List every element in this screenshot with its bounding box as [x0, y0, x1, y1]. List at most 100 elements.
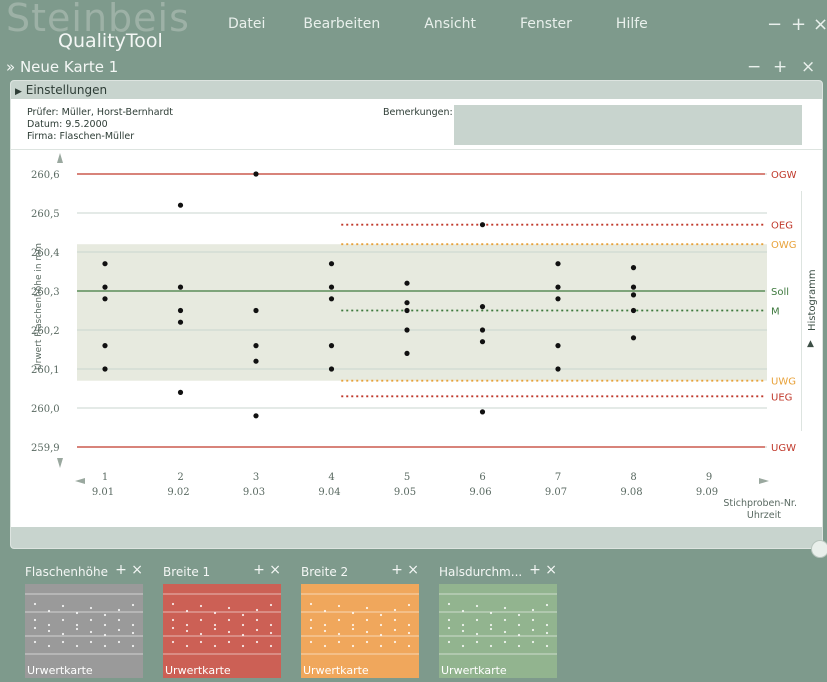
- data-point: [328, 261, 335, 267]
- mini-data-point: [131, 631, 135, 635]
- thumbnail-add-close-icons[interactable]: + ×: [115, 562, 143, 578]
- mini-data-point: [75, 644, 79, 648]
- chart-thumbnail[interactable]: Breite 2 + × Urwertkarte: [301, 562, 419, 678]
- thumbnail-label: Urwertkarte: [441, 664, 507, 677]
- menu-fenster[interactable]: Fenster: [520, 16, 572, 32]
- data-point: [328, 366, 335, 372]
- mini-data-point: [309, 640, 313, 644]
- mini-data-point: [199, 618, 203, 622]
- mini-data-point: [531, 628, 535, 632]
- x-tick-label: 4: [328, 472, 334, 483]
- thumbnail-add-close-icons[interactable]: + ×: [253, 562, 281, 578]
- y-tick-label: 259,9: [31, 443, 60, 454]
- mini-data-point: [393, 628, 397, 632]
- mini-data-point: [185, 644, 189, 648]
- chart-thumbnail[interactable]: Breite 1 + × Urwertkarte: [163, 562, 281, 678]
- settings-label: Einstellungen: [25, 83, 108, 97]
- mini-data-point: [517, 623, 521, 627]
- mini-data-point: [351, 611, 355, 615]
- mini-data-point: [517, 633, 521, 637]
- control-chart: 260,6260,5260,4260,3260,2260,1260,0259,9…: [31, 153, 797, 521]
- thumbnail-add-close-icons[interactable]: + ×: [529, 562, 557, 578]
- limit-label-ueg: UEG: [771, 392, 792, 403]
- mini-data-point: [75, 623, 79, 627]
- thumbnail-preview[interactable]: Urwertkarte: [439, 584, 557, 678]
- mini-data-point: [407, 603, 411, 607]
- scroll-handle[interactable]: [811, 540, 827, 558]
- x-tick-label: 7: [555, 472, 561, 483]
- mini-data-point: [379, 633, 383, 637]
- chart-thumbnail[interactable]: Flaschenhöhe + × Urwertkarte: [25, 562, 143, 678]
- chart-thumbnail[interactable]: Halsdurchm... + × Urwertkarte: [439, 562, 557, 678]
- mini-data-point: [255, 640, 259, 644]
- thumbnail-preview[interactable]: Urwertkarte: [163, 584, 281, 678]
- mini-data-point: [545, 623, 549, 627]
- data-point: [404, 300, 410, 306]
- menu-ansicht[interactable]: Ansicht: [424, 16, 476, 32]
- document-title: » Neue Karte 1: [6, 58, 119, 76]
- thumbnail-preview[interactable]: Urwertkarte: [25, 584, 143, 678]
- info-firma: Firma: Flaschen-Müller: [27, 131, 135, 142]
- x-tick-label: 5: [404, 472, 410, 483]
- thumbnail-add-close-icons[interactable]: + ×: [391, 562, 419, 578]
- mini-data-point: [447, 618, 451, 622]
- mini-data-point: [103, 613, 107, 617]
- mini-data-point: [475, 618, 479, 622]
- thumbnail-preview[interactable]: Urwertkarte: [301, 584, 419, 678]
- mini-data-point: [365, 640, 369, 644]
- y-tick-label: 260,6: [31, 170, 60, 181]
- menu-hilfe[interactable]: Hilfe: [616, 16, 648, 32]
- mini-data-point: [199, 632, 203, 636]
- mini-data-point: [461, 623, 465, 627]
- data-point: [253, 307, 259, 314]
- mini-data-point: [89, 630, 93, 634]
- mini-data-point: [407, 644, 411, 648]
- data-point: [404, 350, 410, 356]
- mini-data-point: [461, 609, 465, 613]
- menu-bearbeiten[interactable]: Bearbeiten: [303, 16, 380, 32]
- triangle-up-icon: ▲: [807, 339, 814, 349]
- y-axis-down-arrow: [57, 458, 63, 468]
- doc-close-icon[interactable]: ×: [801, 57, 815, 77]
- remarks-field[interactable]: [454, 105, 802, 145]
- mini-data-point: [255, 618, 259, 622]
- data-point: [479, 409, 486, 415]
- mini-data-point: [171, 618, 175, 622]
- doc-minimize-icon[interactable]: −: [747, 57, 761, 77]
- x-tick-time: 9.08: [620, 487, 642, 498]
- mini-data-point: [365, 606, 369, 610]
- data-point: [253, 413, 259, 419]
- histogram-tab[interactable]: Histogramm ▲: [801, 191, 822, 431]
- mini-data-point: [33, 626, 37, 630]
- menu-datei[interactable]: Datei: [228, 16, 265, 32]
- mini-data-point: [447, 640, 451, 644]
- mini-data-point: [213, 611, 217, 615]
- x-tick-time: 9.09: [696, 487, 718, 498]
- mini-data-point: [503, 618, 507, 622]
- x-axis-right-arrow: [759, 478, 769, 484]
- x-tick-label: 3: [253, 472, 259, 483]
- data-point: [102, 343, 108, 349]
- data-point: [253, 358, 259, 364]
- mini-data-point: [503, 606, 507, 610]
- mini-data-point: [75, 611, 79, 615]
- minimize-icon[interactable]: −: [767, 14, 782, 35]
- doc-maximize-icon[interactable]: +: [773, 57, 787, 77]
- mini-data-point: [475, 632, 479, 636]
- mini-data-point: [61, 640, 65, 644]
- thumbnail-title: Halsdurchm... + ×: [439, 562, 557, 580]
- limit-label-oeg: OEG: [771, 221, 793, 232]
- maximize-icon[interactable]: +: [791, 14, 806, 35]
- mini-data-point: [489, 611, 493, 615]
- data-point: [404, 280, 410, 286]
- mini-data-point: [89, 606, 93, 610]
- close-icon[interactable]: ×: [813, 14, 827, 35]
- x-axis-label: Stichproben-Nr.: [723, 498, 797, 509]
- data-point: [328, 296, 335, 302]
- x-tick-time: 9.07: [545, 487, 567, 498]
- settings-toggle[interactable]: ▶ Einstellungen: [11, 81, 822, 99]
- mini-data-point: [131, 623, 135, 627]
- x-tick-label: 9: [706, 472, 712, 483]
- data-point: [630, 284, 637, 290]
- thumbnail-name: Breite 1: [163, 565, 211, 579]
